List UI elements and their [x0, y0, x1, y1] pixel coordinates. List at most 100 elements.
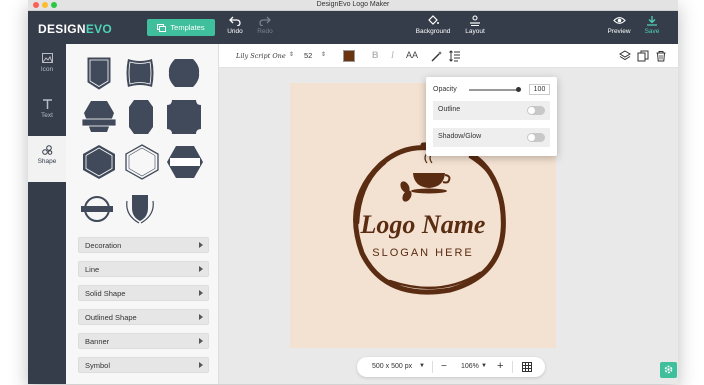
caret-right-icon [199, 242, 203, 248]
sidebar-tab-text-label: Text [41, 112, 53, 119]
bold-button[interactable]: B [372, 50, 379, 60]
divider [432, 361, 433, 373]
category-line[interactable]: Line [78, 261, 209, 277]
shadow-toggle[interactable] [527, 133, 545, 142]
caret-right-icon [199, 338, 203, 344]
spacing-icon[interactable] [449, 50, 461, 62]
templates-button[interactable]: Templates [147, 19, 215, 36]
zoom-bar: 500 x 500 px ▼ − 106% ▼ + [357, 357, 545, 377]
trash-icon[interactable] [655, 50, 667, 62]
background-label: Background [415, 28, 451, 35]
zoom-out-button[interactable]: − [441, 361, 447, 372]
outline-toggle[interactable] [527, 106, 545, 115]
text-color-swatch[interactable] [343, 50, 355, 62]
templates-icon [157, 23, 167, 32]
layout-button[interactable]: Layout [455, 15, 495, 35]
case-button[interactable]: AA [406, 50, 418, 60]
slogan-text[interactable]: SLOGAN HERE [372, 247, 473, 259]
shadow-label: Shadow/Glow [438, 133, 482, 140]
coffee-cup-icon [400, 152, 451, 202]
templates-label: Templates [170, 23, 205, 32]
eye-icon [612, 17, 626, 24]
layers-icon[interactable] [619, 50, 631, 62]
shadow-row: Shadow/Glow [433, 128, 550, 147]
italic-button[interactable]: I [391, 50, 394, 60]
divider [512, 361, 513, 373]
caret-right-icon [199, 314, 203, 320]
duplicate-icon[interactable] [637, 50, 649, 62]
opacity-slider[interactable] [469, 87, 521, 92]
sidebar-tab-icon[interactable]: Icon [28, 44, 66, 90]
badge-shape-scalloped[interactable] [123, 57, 157, 89]
shapes-icon [41, 145, 52, 155]
logo-name-text[interactable]: Logo Name [360, 210, 486, 239]
sidebar-tab-icon-label: Icon [40, 66, 54, 73]
category-label: Decoration [85, 241, 122, 250]
caret-right-icon [199, 266, 203, 272]
app-logo: DESIGNEVO [38, 22, 112, 36]
opacity-value-input[interactable]: 100 [529, 84, 550, 95]
badge-shape-square-notched[interactable] [166, 99, 202, 135]
save-button[interactable]: Save [632, 15, 672, 35]
category-label: Symbol [85, 361, 111, 370]
redo-label: Redo [257, 28, 273, 35]
sidebar-tab-shape[interactable]: Shape [28, 136, 66, 182]
font-size-select[interactable]: 52 [304, 51, 312, 60]
download-icon [647, 16, 657, 26]
save-label: Save [644, 28, 660, 35]
text-edit-toolbar: Lily Script One ⇕ 52 ⇕ B I AA [219, 44, 678, 68]
caret-right-icon [199, 290, 203, 296]
window-title: DesignEvo Logo Maker [316, 1, 390, 8]
caret-right-icon [199, 362, 203, 368]
left-sidebar: Icon Text Shape [28, 44, 66, 384]
font-select-arrow-icon[interactable]: ⇕ [289, 51, 294, 58]
badge-shape-circle-ribbon[interactable] [80, 194, 114, 224]
category-solid-shape[interactable]: Solid Shape [78, 285, 209, 301]
title-bar: DesignEvo Logo Maker [28, 0, 678, 11]
category-outlined-shape[interactable]: Outlined Shape [78, 309, 209, 325]
badge-shape-shield-laurel[interactable] [123, 191, 157, 225]
opacity-slider-knob[interactable] [516, 87, 521, 92]
text-effects-popup: Opacity 100 Outline Shadow/Glow [426, 77, 557, 156]
canvas-size-select[interactable]: 500 x 500 px [372, 363, 412, 370]
layout-icon [470, 15, 480, 26]
font-family-select[interactable]: Lily Script One [236, 52, 286, 60]
undo-icon [229, 16, 241, 26]
zoom-level-select[interactable]: 106% [461, 363, 479, 370]
grid-icon[interactable] [522, 362, 532, 372]
category-label: Banner [85, 337, 110, 346]
category-banner[interactable]: Banner [78, 333, 209, 349]
category-label: Solid Shape [85, 289, 126, 298]
outline-label: Outline [438, 106, 461, 113]
gear-icon [664, 365, 673, 374]
category-symbol[interactable]: Symbol [78, 357, 209, 373]
layout-label: Layout [465, 28, 485, 35]
size-select-arrow-icon[interactable]: ⇕ [321, 51, 326, 58]
text-t-icon [42, 99, 52, 109]
logo-text-design: DESIGN [38, 22, 86, 36]
sidebar-tab-shape-label: Shape [37, 158, 57, 165]
badge-shape-hexagon-wide[interactable] [166, 145, 204, 179]
redo-button[interactable]: Redo [245, 15, 285, 35]
zoom-in-button[interactable]: + [497, 360, 503, 372]
redo-icon [259, 16, 271, 26]
sidebar-tab-text[interactable]: Text [28, 90, 66, 136]
background-button[interactable]: Background [408, 15, 458, 35]
undo-label: Undo [227, 28, 243, 35]
preview-label: Preview [607, 28, 631, 35]
effects-wand-icon[interactable] [431, 50, 443, 62]
shape-panel: Decoration Line Solid Shape Outlined Sha… [66, 44, 219, 384]
size-caret-down-icon[interactable]: ▼ [419, 363, 425, 369]
badge-shape-tall[interactable] [86, 56, 112, 90]
badge-shape-hex-ribbon[interactable] [82, 99, 116, 135]
badge-shape-rounded[interactable] [167, 57, 201, 89]
settings-button[interactable] [660, 362, 677, 378]
badge-shape-hexagon-outline[interactable] [125, 144, 159, 180]
zoom-caret-down-icon[interactable]: ▼ [481, 363, 487, 369]
paint-bucket-icon [428, 15, 439, 25]
category-decoration[interactable]: Decoration [78, 237, 209, 253]
opacity-label: Opacity [433, 86, 457, 93]
badge-shape-octagon-tall[interactable] [128, 99, 154, 135]
logo-text-evo: EVO [85, 22, 113, 36]
badge-shape-hexagon[interactable] [82, 144, 116, 180]
